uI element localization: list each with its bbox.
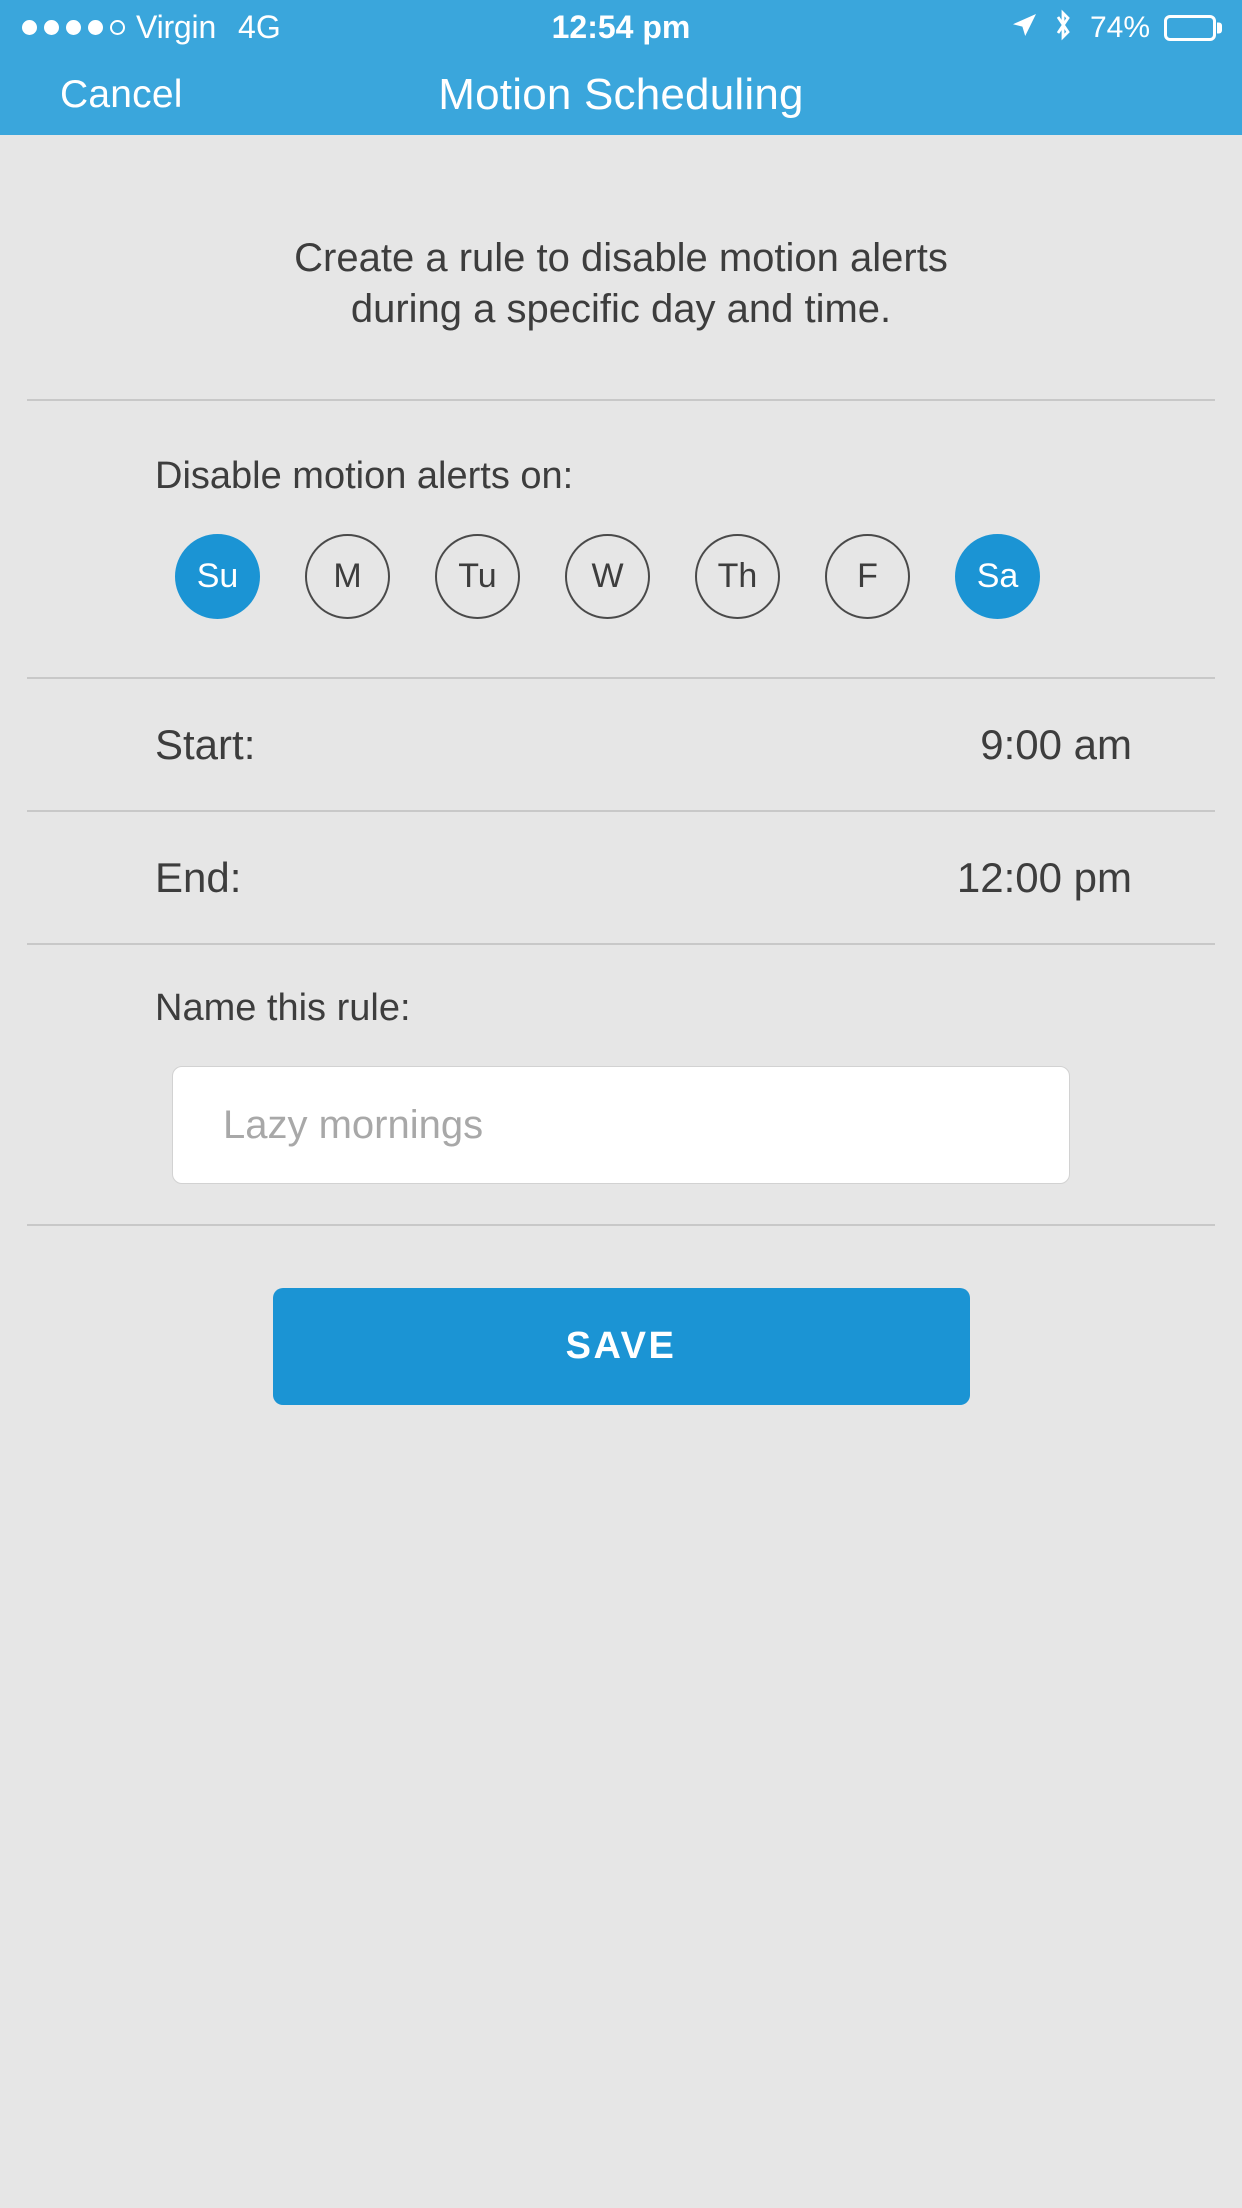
cancel-button[interactable]: Cancel bbox=[60, 73, 183, 117]
start-time-label: Start: bbox=[155, 720, 256, 768]
signal-dot-empty bbox=[110, 20, 125, 35]
network-type: 4G bbox=[238, 9, 281, 45]
day-toggle-w[interactable]: W bbox=[565, 534, 650, 620]
start-time-row[interactable]: Start: 9:00 am bbox=[0, 679, 1242, 810]
status-bar: Virgin 4G 12:54 pm 74% bbox=[0, 0, 1242, 55]
day-selector-section: Disable motion alerts on: Su M Tu W Th F… bbox=[0, 401, 1242, 677]
battery-percent-label: 74% bbox=[1089, 10, 1150, 44]
rule-name-input[interactable] bbox=[172, 1066, 1070, 1185]
day-toggle-f[interactable]: F bbox=[825, 534, 910, 620]
day-toggle-tu[interactable]: Tu bbox=[435, 534, 520, 620]
status-bar-right: 74% bbox=[1010, 9, 1216, 46]
day-toggle-su[interactable]: Su bbox=[175, 534, 260, 620]
app-screen: Virgin 4G 12:54 pm 74% Cancel Motion Sch bbox=[0, 0, 1242, 2208]
signal-strength-icon bbox=[22, 20, 125, 35]
rule-name-input-wrapper bbox=[0, 1030, 1242, 1185]
day-toggle-sa[interactable]: Sa bbox=[955, 534, 1040, 620]
rule-name-section: Name this rule: bbox=[0, 945, 1242, 1224]
save-button-container: SAVE bbox=[0, 1226, 1242, 1406]
battery-icon bbox=[1164, 14, 1216, 41]
end-time-label: End: bbox=[155, 853, 242, 901]
end-time-value: 12:00 pm bbox=[956, 853, 1132, 901]
save-button[interactable]: SAVE bbox=[272, 1288, 970, 1406]
status-bar-left: Virgin 4G bbox=[22, 9, 281, 46]
signal-dot bbox=[44, 20, 59, 35]
signal-dot bbox=[66, 20, 81, 35]
end-time-row[interactable]: End: 12:00 pm bbox=[0, 812, 1242, 943]
signal-dot bbox=[88, 20, 103, 35]
start-time-value: 9:00 am bbox=[980, 720, 1132, 768]
location-arrow-icon bbox=[1010, 11, 1038, 44]
intro-line-1: Create a rule to disable motion alerts bbox=[294, 236, 948, 280]
day-toggle-th[interactable]: Th bbox=[695, 534, 780, 620]
day-toggle-m[interactable]: M bbox=[305, 534, 390, 620]
day-selector-row: Su M Tu W Th F Sa bbox=[0, 498, 1242, 620]
main-content: Create a rule to disable motion alerts d… bbox=[0, 135, 1242, 1406]
carrier-name: Virgin bbox=[136, 9, 217, 45]
intro-description: Create a rule to disable motion alerts d… bbox=[0, 135, 1242, 335]
page-title: Motion Scheduling bbox=[438, 70, 804, 119]
navigation-bar: Cancel Motion Scheduling bbox=[0, 55, 1242, 135]
rule-name-label: Name this rule: bbox=[155, 987, 411, 1030]
intro-line-2: during a specific day and time. bbox=[350, 287, 892, 332]
bluetooth-icon bbox=[1052, 9, 1074, 46]
signal-dot bbox=[22, 20, 37, 35]
day-selector-label: Disable motion alerts on: bbox=[155, 455, 574, 498]
